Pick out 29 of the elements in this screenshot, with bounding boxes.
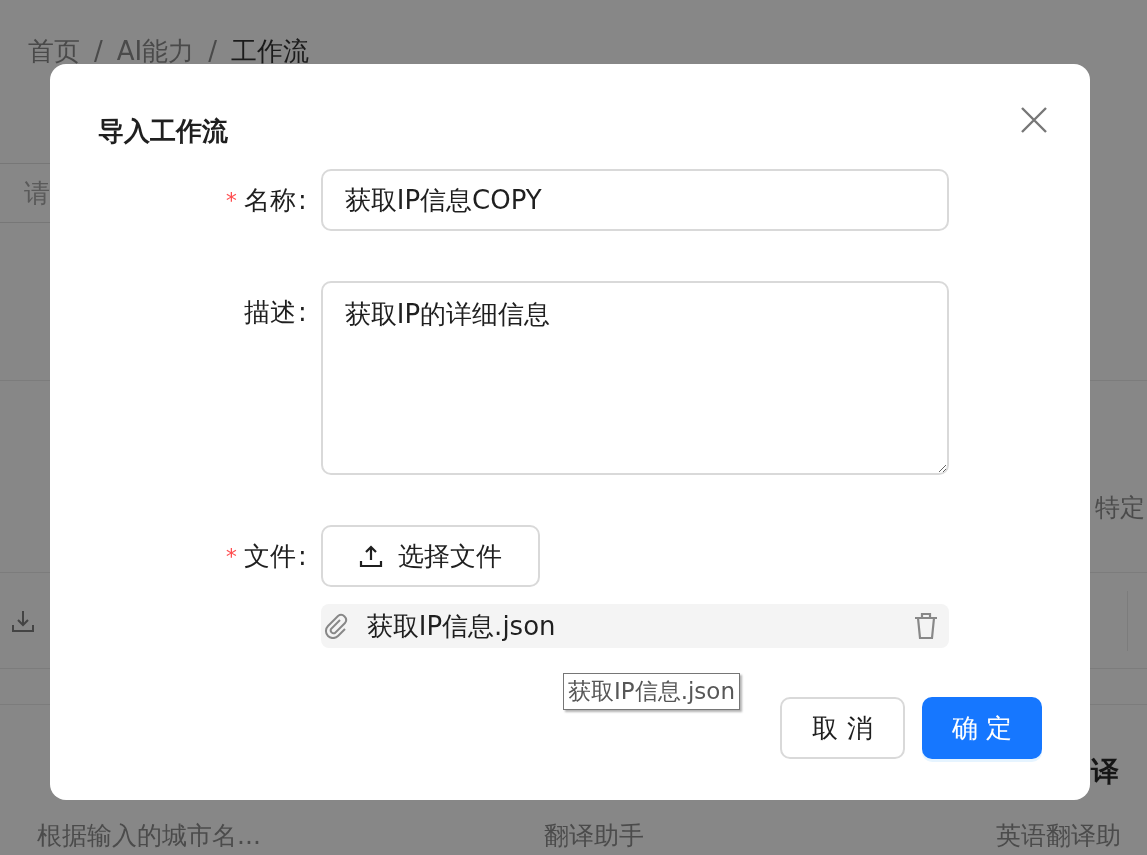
upload-icon [358, 543, 385, 569]
label-colon: : [298, 184, 307, 217]
file-item[interactable]: 获取IP信息.json [320, 604, 949, 648]
trash-icon[interactable] [912, 612, 939, 640]
required-mark: * [224, 187, 238, 213]
card-description: 英语翻译助 [996, 821, 1121, 850]
label-colon: : [298, 296, 307, 329]
name-field[interactable]: 获取IP信息COPY [320, 169, 949, 231]
card-description: 根据输入的城市名... [37, 821, 261, 850]
required-mark: * [224, 543, 238, 569]
breadcrumb-separator: / [208, 36, 217, 66]
description-field[interactable]: 获取IP的详细信息 [320, 281, 949, 475]
tooltip: 获取IP信息.json [563, 673, 740, 710]
field-label: 文件 [244, 539, 296, 573]
card-description: 特定 [1095, 493, 1145, 522]
paperclip-icon [322, 613, 349, 639]
card-title: 译 [1091, 755, 1119, 788]
field-label: 名称 [244, 183, 296, 217]
upload-button[interactable]: 选择文件 [320, 525, 540, 587]
cancel-button[interactable]: 取 消 [780, 697, 905, 759]
breadcrumb-separator: / [94, 36, 103, 66]
field-label: 描述 [244, 295, 296, 329]
dialog-title: 导入工作流 [98, 115, 228, 148]
card-description: 翻译助手 [543, 820, 644, 852]
breadcrumb-item: 工作流 [231, 34, 309, 68]
confirm-button[interactable]: 确 定 [921, 697, 1042, 759]
label-colon: : [298, 540, 307, 573]
close-icon[interactable] [1020, 106, 1048, 134]
file-name: 获取IP信息.json [366, 609, 557, 643]
